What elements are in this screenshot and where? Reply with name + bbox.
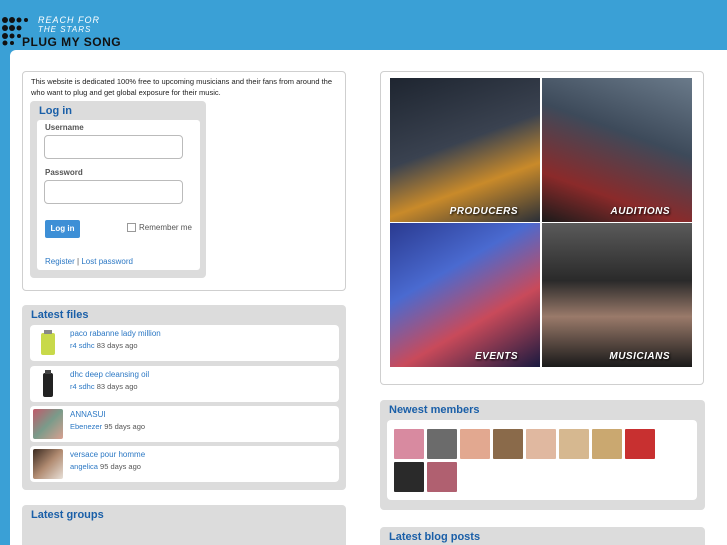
login-links: Register | Lost password xyxy=(45,257,133,266)
file-item[interactable]: ANNASUI Ebenezer 95 days ago xyxy=(30,406,339,442)
remember-me-checkbox[interactable] xyxy=(127,223,136,232)
username-label: Username xyxy=(45,123,84,132)
tile-events-label: EVENTS xyxy=(474,351,518,362)
file-thumbnail[interactable] xyxy=(33,369,63,399)
file-age: 95 days ago xyxy=(100,462,141,471)
password-label: Password xyxy=(45,168,83,177)
file-title[interactable]: versace pour homme xyxy=(70,450,145,459)
file-item[interactable]: paco rabanne lady million r4 sdhc 83 day… xyxy=(30,325,339,361)
member-avatar[interactable] xyxy=(427,462,457,492)
tile-producers[interactable]: PRODUCERS xyxy=(390,78,540,222)
member-avatar[interactable] xyxy=(526,429,556,459)
file-age: 95 days ago xyxy=(104,422,146,431)
member-avatar[interactable] xyxy=(592,429,622,459)
file-thumbnail[interactable] xyxy=(33,328,63,358)
file-title[interactable]: dhc deep cleansing oil xyxy=(70,370,149,379)
newest-members-title: Newest members xyxy=(389,404,480,416)
file-title[interactable]: ANNASUI xyxy=(70,410,106,419)
main-content: This website is dedicated 100% free to u… xyxy=(10,50,727,545)
file-user[interactable]: Ebenezer xyxy=(70,422,102,431)
member-avatar[interactable] xyxy=(394,429,424,459)
logo-tagline-2: THE STARS xyxy=(38,25,92,34)
file-title[interactable]: paco rabanne lady million xyxy=(70,329,161,338)
file-meta: Ebenezer 95 days ago xyxy=(70,422,145,431)
file-thumbnail[interactable] xyxy=(33,409,63,439)
tile-producers-label: PRODUCERS xyxy=(449,206,518,217)
member-avatar[interactable] xyxy=(394,462,424,492)
intro-text: This website is dedicated 100% free to u… xyxy=(31,77,332,97)
link-separator: | xyxy=(77,257,80,266)
lost-password-link[interactable]: Lost password xyxy=(81,257,133,266)
file-age: 83 days ago xyxy=(96,341,138,350)
member-avatar[interactable] xyxy=(493,429,523,459)
member-avatar[interactable] xyxy=(625,429,655,459)
file-meta: angelica 95 days ago xyxy=(70,462,141,471)
tile-musicians-label: MUSICIANS xyxy=(609,351,670,362)
file-item[interactable]: versace pour homme angelica 95 days ago xyxy=(30,446,339,482)
file-meta: r4 sdhc 83 days ago xyxy=(70,341,138,350)
latest-blog-title: Latest blog posts xyxy=(389,531,481,543)
username-input[interactable] xyxy=(44,135,183,159)
latest-files-title: Latest files xyxy=(31,309,89,321)
tile-musicians[interactable]: MUSICIANS xyxy=(542,223,692,367)
file-item[interactable]: dhc deep cleansing oil r4 sdhc 83 days a… xyxy=(30,366,339,402)
tile-auditions[interactable]: AUDITIONS xyxy=(542,78,692,222)
file-thumbnail[interactable] xyxy=(33,449,63,479)
member-avatar[interactable] xyxy=(460,429,490,459)
logo-brand[interactable]: PLUG MY SONG xyxy=(22,35,121,49)
file-user[interactable]: angelica xyxy=(70,462,98,471)
logo-tagline-1: REACH FOR xyxy=(38,15,101,25)
remember-me-label: Remember me xyxy=(139,223,192,232)
login-title: Log in xyxy=(39,105,72,117)
tile-events[interactable]: EVENTS xyxy=(390,223,540,367)
site-header: REACH FOR THE STARS PLUG MY SONG xyxy=(0,0,727,50)
member-avatar[interactable] xyxy=(559,429,589,459)
member-avatar[interactable] xyxy=(427,429,457,459)
file-age: 83 days ago xyxy=(96,382,138,391)
login-button[interactable]: Log in xyxy=(45,220,80,238)
file-meta: r4 sdhc 83 days ago xyxy=(70,382,138,391)
tile-auditions-label: AUDITIONS xyxy=(610,206,670,217)
register-link[interactable]: Register xyxy=(45,257,75,266)
latest-groups-title: Latest groups xyxy=(31,509,104,521)
file-user[interactable]: r4 sdhc xyxy=(70,341,95,350)
file-user[interactable]: r4 sdhc xyxy=(70,382,95,391)
password-input[interactable] xyxy=(44,180,183,204)
